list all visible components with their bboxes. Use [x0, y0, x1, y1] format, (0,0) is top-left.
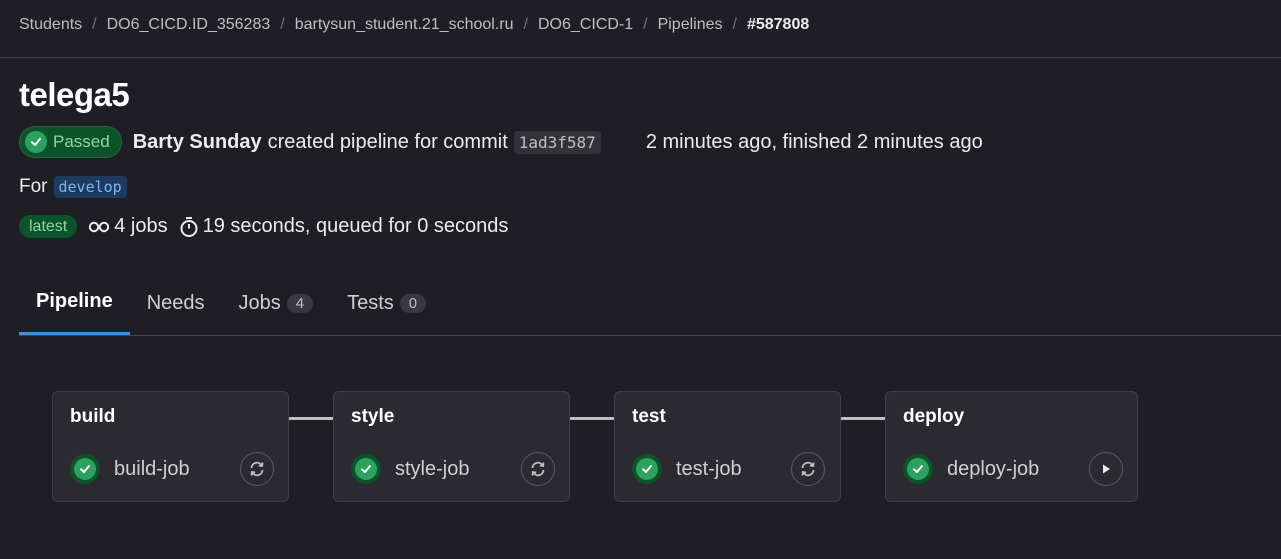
timer-icon — [179, 216, 199, 238]
status-badge[interactable]: Passed — [19, 126, 122, 158]
stage-connector — [569, 417, 615, 420]
tab-label: Tests — [347, 291, 394, 314]
status-label: Passed — [53, 132, 110, 151]
check-circle-icon — [25, 131, 47, 153]
breadcrumb-group[interactable]: DO6_CICD.ID_356283 — [107, 16, 271, 34]
retry-icon — [801, 461, 815, 477]
author-name[interactable]: Barty Sunday — [133, 131, 262, 154]
stage-build: build build-job — [52, 391, 289, 502]
check-circle-icon — [351, 454, 381, 484]
jobs-info: 4 jobs — [88, 215, 168, 238]
branch-link[interactable]: develop — [53, 176, 127, 198]
breadcrumb-project[interactable]: DO6_CICD-1 — [538, 16, 633, 34]
retry-icon — [531, 461, 545, 477]
latest-badge: latest — [19, 215, 78, 238]
duration-text: 19 seconds, queued for 0 seconds — [202, 215, 509, 237]
check-circle-icon — [903, 454, 933, 484]
stage-connector — [288, 417, 334, 420]
tab-label: Jobs — [238, 291, 281, 314]
header-divider — [0, 57, 1281, 58]
breadcrumb-students[interactable]: Students — [19, 16, 82, 34]
tab-tests[interactable]: Tests 0 — [330, 280, 443, 326]
job-build[interactable]: build-job — [70, 452, 190, 486]
pipeline-summary: Passed Barty Sunday created pipeline for… — [19, 126, 983, 158]
retry-button[interactable] — [240, 452, 274, 486]
retry-button[interactable] — [791, 452, 825, 486]
job-name: build-job — [114, 457, 190, 480]
tab-count-badge: 4 — [286, 293, 314, 313]
pipeline-tabs: Pipeline Needs Jobs 4 Tests 0 — [19, 280, 443, 336]
action-text: created pipeline for commit — [267, 130, 508, 153]
breadcrumb-current-pipeline[interactable]: #587808 — [747, 16, 809, 34]
job-name: deploy-job — [947, 457, 1040, 480]
retry-button[interactable] — [521, 452, 555, 486]
stage-style: style style-job — [333, 391, 570, 502]
job-style[interactable]: style-job — [351, 452, 469, 486]
tab-label: Needs — [146, 291, 205, 314]
job-name: style-job — [395, 457, 470, 480]
breadcrumb-separator: / — [280, 16, 285, 33]
tabs-divider — [19, 335, 1281, 336]
job-test[interactable]: test-job — [632, 452, 742, 486]
retry-icon — [250, 461, 264, 477]
time-info: 2 minutes ago, finished 2 minutes ago — [645, 130, 983, 153]
stage-name: style — [351, 406, 395, 427]
tab-jobs[interactable]: Jobs 4 — [222, 280, 331, 326]
pipeline-icon — [88, 219, 110, 235]
breadcrumb-separator: / — [523, 16, 528, 33]
play-icon — [1103, 464, 1110, 474]
tab-needs[interactable]: Needs — [130, 280, 222, 326]
stage-connector — [840, 417, 886, 420]
breadcrumb-separator: / — [643, 16, 648, 33]
jobs-count: 4 jobs — [114, 215, 168, 237]
commit-sha[interactable]: 1ad3f587 — [513, 130, 601, 154]
tab-pipeline[interactable]: Pipeline — [19, 280, 130, 335]
for-label: For — [19, 176, 48, 197]
tab-count-badge: 0 — [399, 293, 427, 313]
page-title: telega5 — [19, 76, 130, 113]
stage-test: test test-job — [614, 391, 841, 502]
stage-name: deploy — [903, 406, 965, 427]
play-button[interactable] — [1089, 452, 1123, 486]
tab-label: Pipeline — [36, 290, 113, 312]
branch-row: For develop — [19, 174, 127, 200]
stage-name: test — [632, 406, 666, 427]
breadcrumb: Students / DO6_CICD.ID_356283 / bartysun… — [19, 14, 809, 36]
breadcrumb-pipelines[interactable]: Pipelines — [658, 16, 723, 34]
breadcrumb-separator: / — [92, 16, 97, 33]
breadcrumb-separator: / — [732, 16, 737, 33]
job-name: test-job — [676, 457, 742, 480]
pipeline-meta: latest 4 jobs 19 seconds, queued for 0 s… — [19, 213, 508, 240]
breadcrumb-subgroup[interactable]: bartysun_student.21_school.ru — [295, 16, 514, 34]
duration-info: 19 seconds, queued for 0 seconds — [179, 215, 509, 238]
stage-name: build — [70, 406, 116, 427]
job-deploy[interactable]: deploy-job — [903, 452, 1039, 486]
stage-deploy: deploy deploy-job — [885, 391, 1138, 502]
check-circle-icon — [70, 454, 100, 484]
check-circle-icon — [632, 454, 662, 484]
